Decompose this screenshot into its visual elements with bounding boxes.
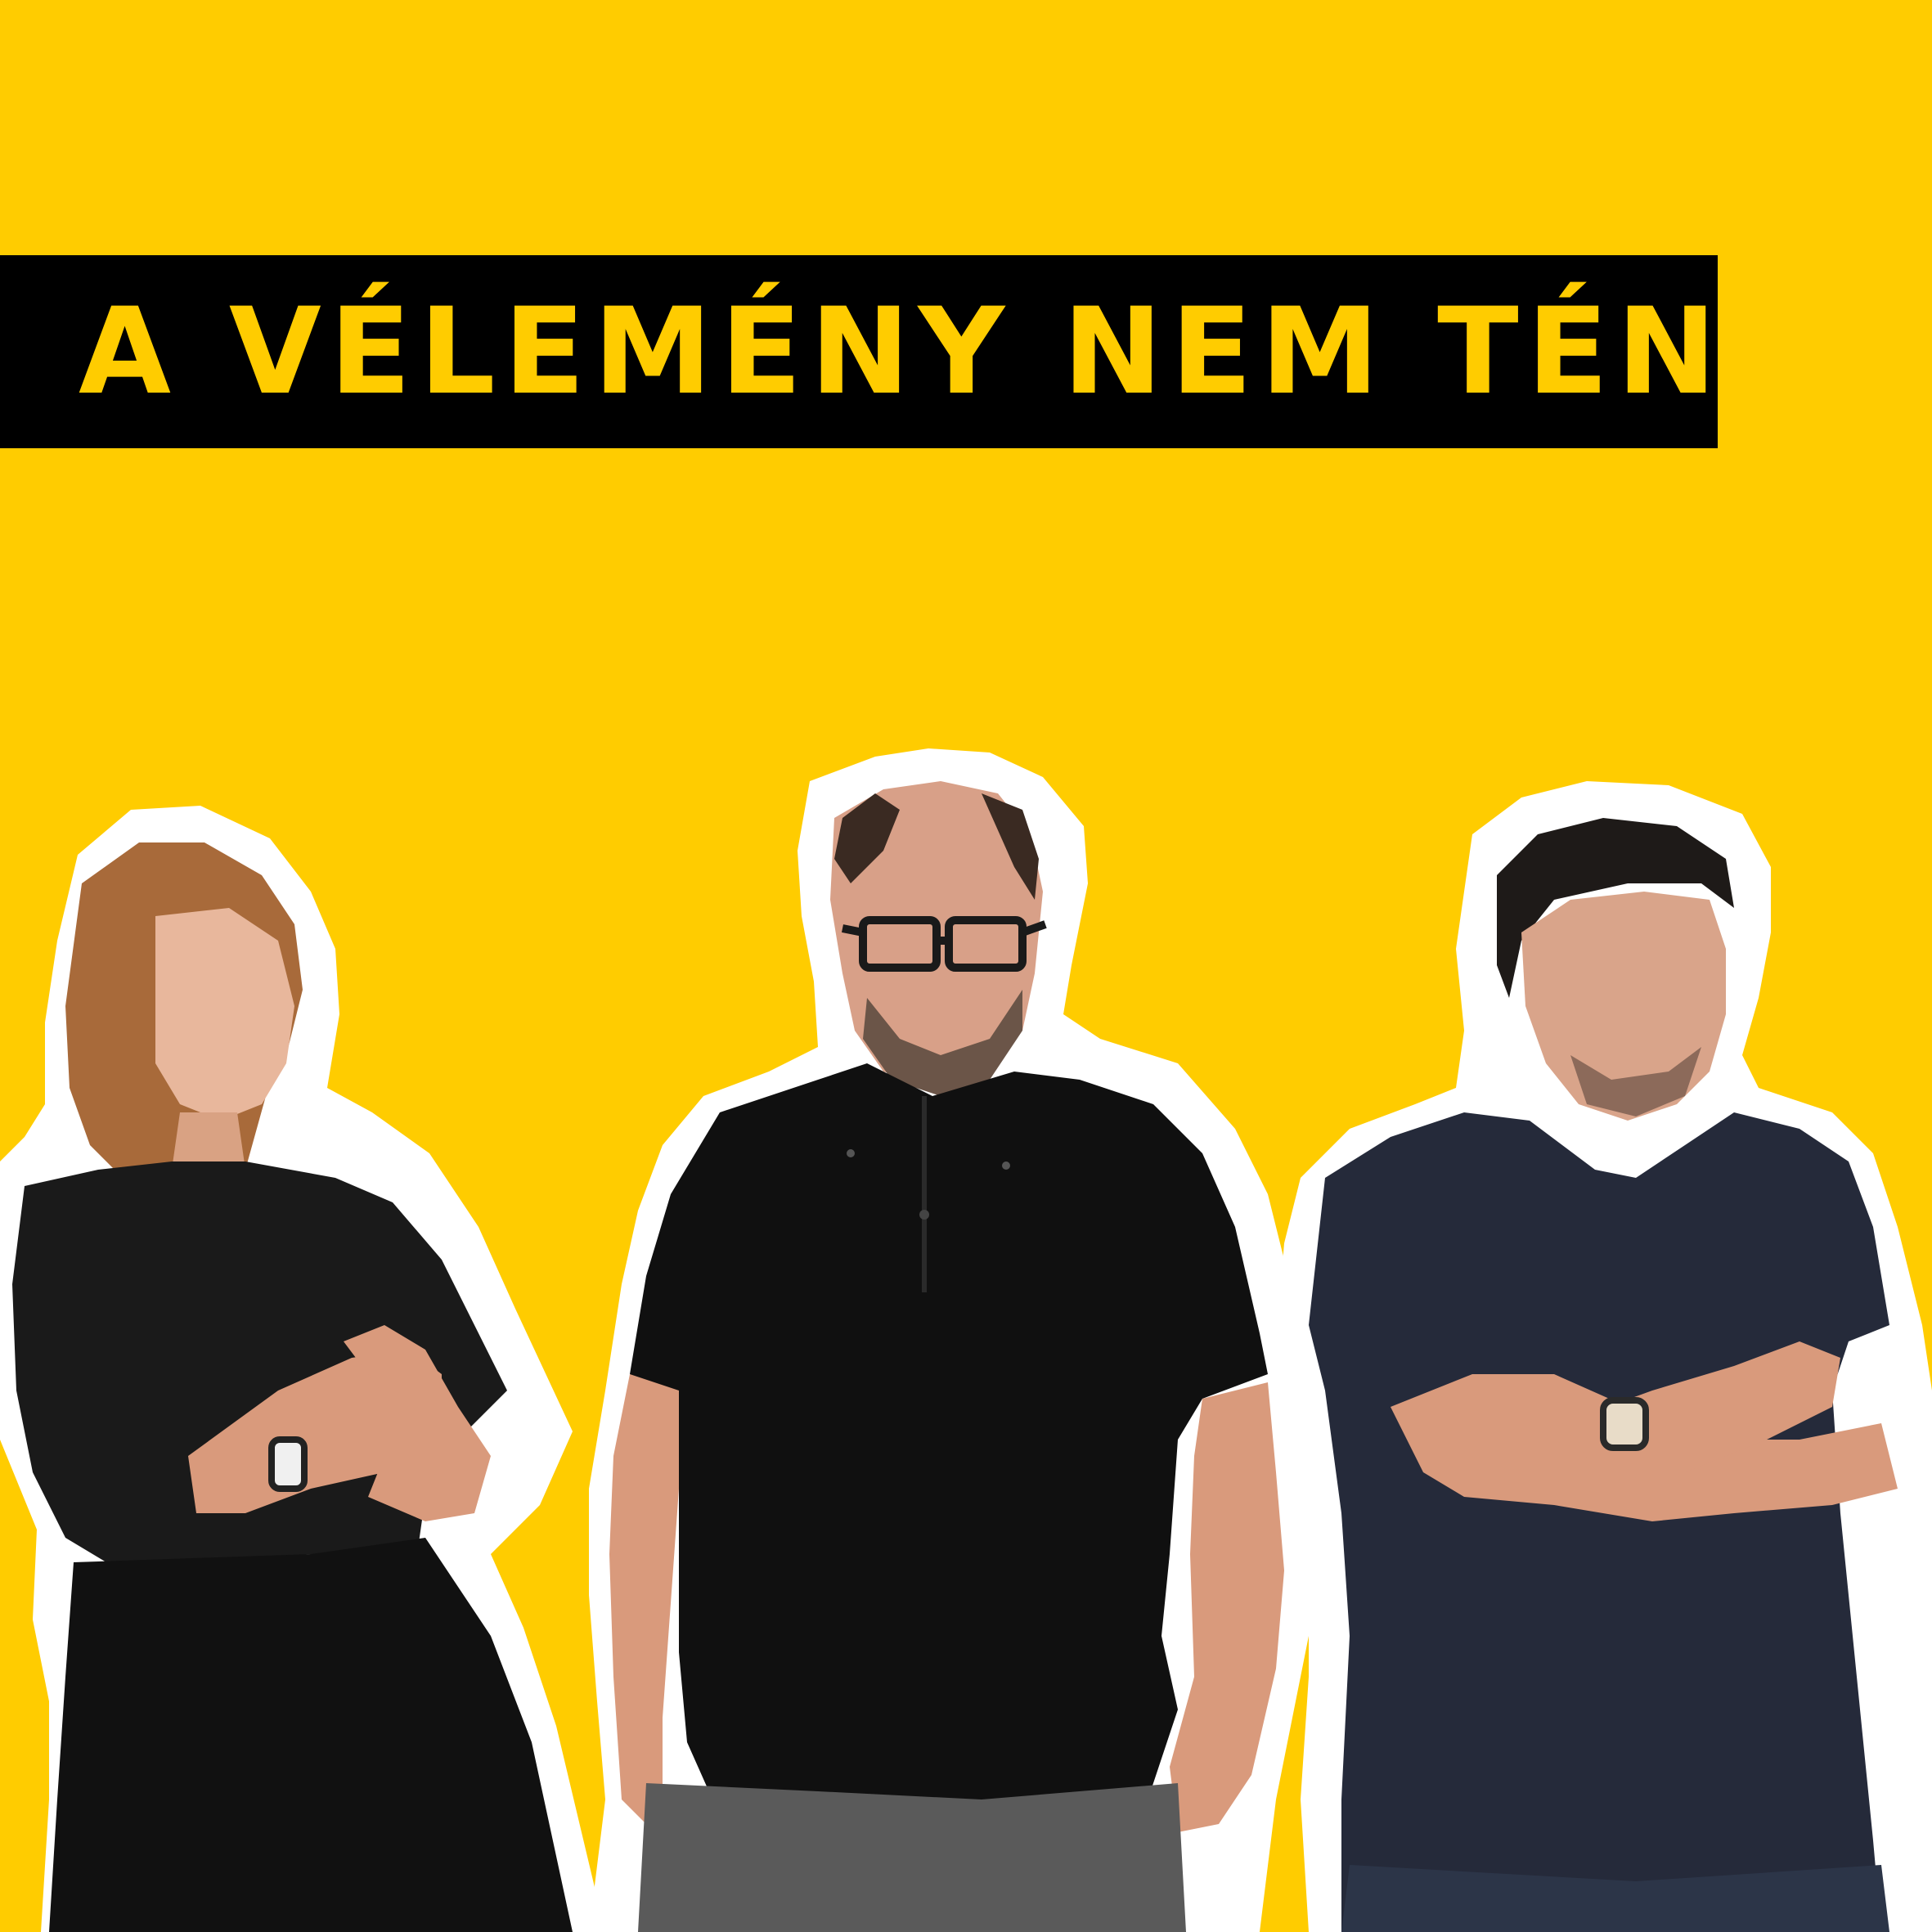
people-cutouts: [0, 748, 1932, 1932]
person-right: [1276, 781, 1932, 1932]
person-center: [589, 748, 1309, 1932]
person-left: [0, 806, 605, 1932]
